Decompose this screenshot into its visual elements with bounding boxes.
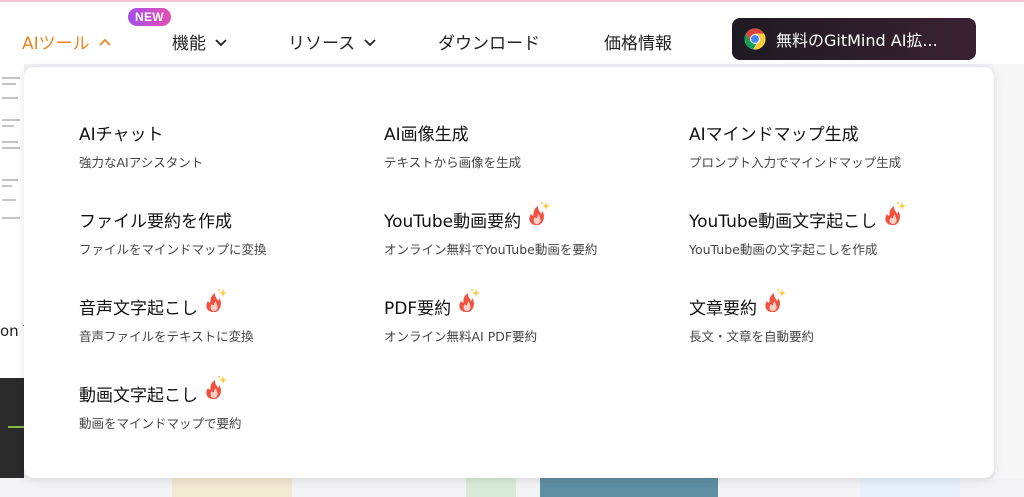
menu-item-title: 音声文字起こし bbox=[79, 298, 198, 319]
hot-fire-icon bbox=[529, 202, 551, 225]
menu-item-title: PDF要約 bbox=[384, 298, 452, 319]
menu-item-youtube-summary[interactable]: YouTube動画要約 オンライン無料でYouTube動画を要約 bbox=[384, 202, 598, 258]
chevron-down-icon bbox=[364, 38, 376, 46]
menu-item-title: ファイル要約を作成 bbox=[79, 211, 232, 232]
menu-item-title: 文章要約 bbox=[689, 298, 757, 319]
chrome-extension-label: 無料のGitMind AI拡... bbox=[776, 31, 938, 50]
hot-fire-icon bbox=[459, 289, 481, 312]
chevron-down-icon bbox=[215, 38, 227, 46]
nav-resources[interactable]: リソース bbox=[288, 29, 377, 54]
menu-item-ai-image[interactable]: AI画像生成 テキストから画像を生成 bbox=[384, 120, 521, 171]
background-thumbnail bbox=[466, 478, 516, 497]
hot-fire-icon bbox=[885, 202, 907, 225]
nav-resources-label: リソース bbox=[288, 34, 356, 54]
chevron-up-icon bbox=[99, 38, 111, 46]
menu-item-pdf-summary[interactable]: PDF要約 オンライン無料AI PDF要約 bbox=[384, 289, 538, 345]
hot-fire-icon bbox=[206, 289, 227, 312]
background-right-panel bbox=[994, 64, 1024, 497]
nav-ai-tools[interactable]: AIツール bbox=[22, 29, 112, 54]
nav-download-label: ダウンロード bbox=[438, 34, 540, 54]
menu-item-title: YouTube動画文字起こし bbox=[689, 211, 878, 232]
menu-item-description: 音声ファイルをテキストに変換 bbox=[79, 329, 254, 344]
hot-fire-icon bbox=[765, 289, 786, 312]
nav-features[interactable]: 機能 bbox=[172, 29, 228, 54]
background-thumbnail bbox=[860, 478, 960, 497]
top-navigation-bar: AIツール NEW 機能 リソース ダウンロード 価格情報 無料のGitMind… bbox=[0, 2, 1024, 64]
menu-item-description: オンライン無料でYouTube動画を要約 bbox=[384, 242, 598, 257]
nav-pricing-label: 価格情報 bbox=[604, 34, 672, 54]
menu-item-title: YouTube動画要約 bbox=[384, 211, 522, 232]
ai-tools-dropdown: AIチャット 強力なAIアシスタント AI画像生成 テキストから画像を生成 AI… bbox=[24, 67, 994, 478]
menu-item-title: AIチャット bbox=[79, 124, 164, 145]
menu-item-youtube-transcribe[interactable]: YouTube動画文字起こし YouTube動画の文字起こしを作成 bbox=[689, 202, 907, 258]
menu-item-description: YouTube動画の文字起こしを作成 bbox=[689, 242, 878, 257]
nav-ai-tools-label: AIツール bbox=[22, 34, 90, 54]
menu-item-description: 強力なAIアシスタント bbox=[79, 155, 204, 170]
menu-item-description: ファイルをマインドマップに変換 bbox=[79, 242, 267, 257]
new-badge: NEW bbox=[128, 8, 171, 26]
nav-pricing[interactable]: 価格情報 bbox=[604, 29, 672, 54]
menu-item-description: テキストから画像を生成 bbox=[384, 155, 522, 170]
menu-item-audio-transcribe[interactable]: 音声文字起こし 音声ファイルをテキストに変換 bbox=[79, 289, 254, 345]
background-thumbnail bbox=[172, 478, 292, 497]
menu-item-text-summary[interactable]: 文章要約 長文・文章を自動要約 bbox=[689, 289, 815, 345]
background-scribble bbox=[2, 77, 20, 219]
background-thumbnail bbox=[540, 478, 718, 497]
hot-fire-icon bbox=[206, 376, 227, 399]
menu-item-title: AI画像生成 bbox=[384, 124, 469, 145]
background-partial-text: on T bbox=[0, 322, 24, 340]
menu-item-ai-chat[interactable]: AIチャット 強力なAIアシスタント bbox=[79, 120, 203, 171]
nav-download[interactable]: ダウンロード bbox=[438, 29, 540, 54]
menu-item-video-transcribe[interactable]: 動画文字起こし 動画をマインドマップで要約 bbox=[79, 376, 242, 432]
menu-item-ai-mindmap[interactable]: AIマインドマップ生成 プロンプト入力でマインドマップ生成 bbox=[689, 120, 901, 171]
menu-item-description: 動画をマインドマップで要約 bbox=[79, 416, 242, 431]
chrome-icon bbox=[744, 28, 766, 50]
chrome-extension-button[interactable]: 無料のGitMind AI拡... bbox=[732, 18, 976, 60]
menu-item-title: 動画文字起こし bbox=[79, 385, 198, 406]
page: on T AIツール NEW 機能 リソース ダウンロード 価格情報 bbox=[0, 0, 1024, 497]
menu-item-description: オンライン無料AI PDF要約 bbox=[384, 329, 538, 344]
menu-item-description: 長文・文章を自動要約 bbox=[689, 329, 815, 344]
menu-item-file-summary[interactable]: ファイル要約を作成 ファイルをマインドマップに変換 bbox=[79, 207, 267, 258]
menu-item-description: プロンプト入力でマインドマップ生成 bbox=[689, 155, 902, 170]
nav-features-label: 機能 bbox=[172, 34, 206, 54]
menu-item-title: AIマインドマップ生成 bbox=[689, 124, 859, 145]
